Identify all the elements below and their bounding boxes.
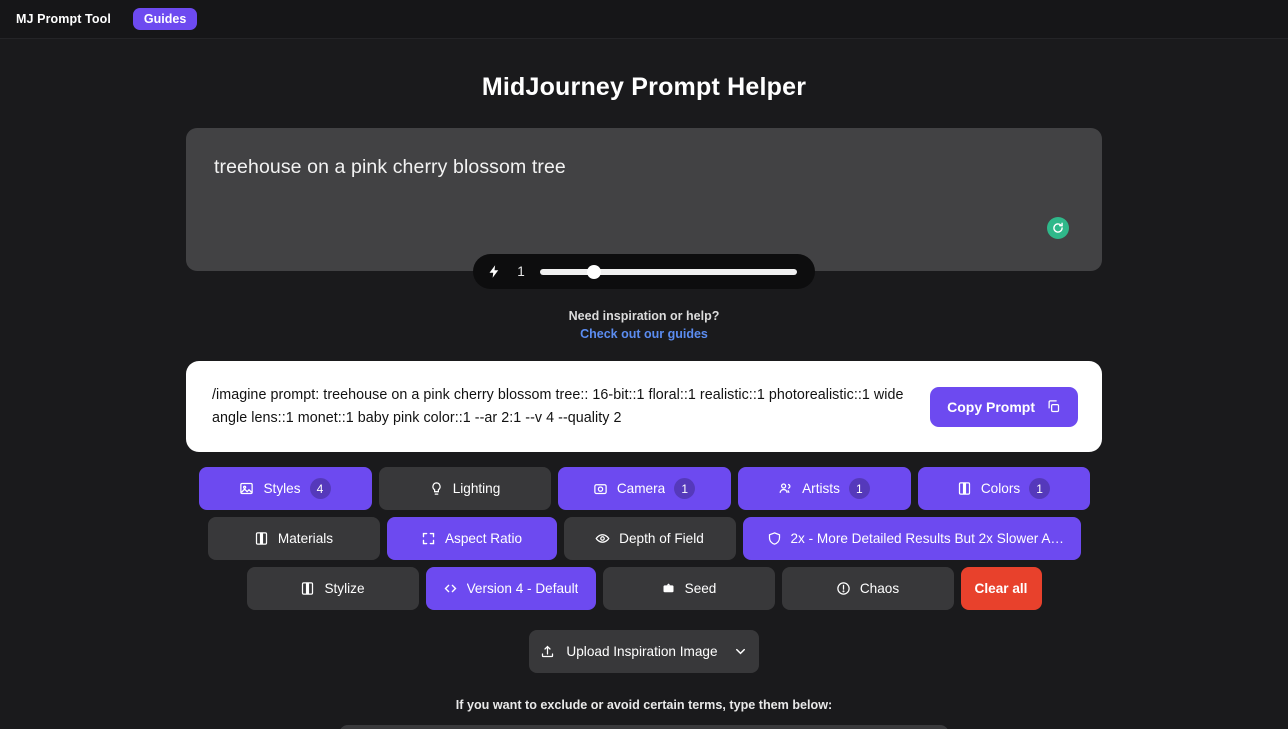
chip-label: Materials [277, 531, 334, 546]
generated-prompt-text: /imagine prompt: treehouse on a pink che… [212, 387, 904, 426]
expand-icon [422, 532, 435, 545]
chip-artists[interactable]: Artists 1 [737, 467, 911, 510]
chip-colors[interactable]: Colors 1 [917, 467, 1090, 510]
chip-seed[interactable]: Seed [602, 567, 775, 610]
guides-nav-button[interactable]: Guides [132, 7, 198, 31]
chip-badge: 1 [674, 478, 696, 499]
clear-all-button[interactable]: Clear all [960, 567, 1042, 610]
chip-materials[interactable]: Materials [207, 517, 380, 560]
bulb-icon [432, 482, 441, 495]
users-icon [779, 483, 791, 494]
layers-icon [255, 532, 268, 545]
chip-label: Chaos [859, 581, 900, 596]
chip-label: Colors [980, 481, 1021, 496]
page-title: MidJourney Prompt Helper [481, 73, 807, 101]
exclude-terms-input[interactable] [339, 725, 949, 729]
slider-thumb[interactable] [586, 264, 601, 279]
chip-badge: 1 [848, 478, 870, 499]
refresh-icon[interactable] [1047, 217, 1069, 239]
palette-icon [302, 582, 314, 595]
prompt-input-text[interactable]: treehouse on a pink cherry blossom tree [214, 154, 1074, 180]
camera-icon [594, 484, 607, 495]
shield-icon [768, 532, 780, 545]
chip-label: Aspect Ratio [444, 531, 523, 546]
main-content: MidJourney Prompt Helper treehouse on a … [0, 39, 1288, 729]
chip-badge: 1 [1029, 478, 1051, 499]
upload-label: Upload Inspiration Image [566, 644, 718, 659]
chip-lighting[interactable]: Lighting [378, 467, 551, 510]
palette-icon [958, 482, 970, 495]
chip-label: Artists [802, 481, 840, 496]
prompt-input-card[interactable]: treehouse on a pink cherry blossom tree [186, 128, 1102, 271]
chip-depth-of-field[interactable]: Depth of Field [563, 517, 736, 560]
chip-badge: 4 [309, 478, 331, 499]
lightning-bolt-icon [489, 265, 499, 278]
copy-prompt-label: Copy Prompt [947, 398, 1035, 415]
chip-label: 2x - More Detailed Results But 2x Slower… [790, 531, 1067, 546]
chip-label: Clear all [974, 581, 1028, 596]
guides-link[interactable]: Check out our guides [580, 327, 708, 341]
image-icon [240, 482, 254, 495]
chip-row-3: Stylize Version 4 - Default Seed Chaos C… [186, 567, 1102, 610]
slider-track[interactable] [540, 264, 797, 279]
chip-quality[interactable]: 2x - More Detailed Results But 2x Slower… [742, 517, 1081, 560]
chip-label: Seed [684, 581, 717, 596]
upload-icon [542, 645, 554, 658]
chip-label: Camera [616, 481, 666, 496]
chip-styles[interactable]: Styles 4 [198, 467, 372, 510]
chip-version[interactable]: Version 4 - Default [425, 567, 596, 610]
chip-label: Depth of Field [619, 531, 704, 546]
chip-label: Version 4 - Default [466, 581, 579, 596]
code-icon [444, 584, 457, 593]
upload-inspiration-image-button[interactable]: Upload Inspiration Image [529, 630, 759, 673]
inspiration-question: Need inspiration or help? [568, 309, 720, 323]
chip-label: Lighting [452, 481, 501, 496]
copy-icon [1048, 400, 1060, 413]
top-navbar: MJ Prompt Tool Guides [0, 0, 1288, 39]
chip-stylize[interactable]: Stylize [246, 567, 419, 610]
chip-aspect-ratio[interactable]: Aspect Ratio [386, 517, 557, 560]
chip-chaos[interactable]: Chaos [781, 567, 954, 610]
chip-label: Stylize [324, 581, 365, 596]
copy-prompt-button[interactable]: Copy Prompt [930, 386, 1078, 427]
eye-icon [595, 534, 610, 543]
alert-icon [837, 582, 850, 595]
slider-value-label: 1 [517, 264, 525, 279]
inspiration-block: Need inspiration or help? Check out our … [569, 309, 720, 343]
chip-row-2: Materials Aspect Ratio Depth of Field 2x… [186, 517, 1102, 560]
chip-row-1: Styles 4 Lighting Camera 1 Artists 1 Col… [186, 467, 1102, 510]
chevron-down-icon [735, 648, 745, 655]
exclude-terms-label: If you want to exclude or avoid certain … [455, 698, 833, 712]
app-brand-title: MJ Prompt Tool [16, 12, 111, 26]
option-chip-rows: Styles 4 Lighting Camera 1 Artists 1 Col… [186, 467, 1102, 610]
seed-icon [663, 583, 674, 593]
weight-slider-control[interactable]: 1 [473, 254, 815, 289]
chip-label: Styles [263, 481, 301, 496]
chip-camera[interactable]: Camera 1 [557, 467, 731, 510]
generated-prompt-card: /imagine prompt: treehouse on a pink che… [186, 361, 1102, 452]
